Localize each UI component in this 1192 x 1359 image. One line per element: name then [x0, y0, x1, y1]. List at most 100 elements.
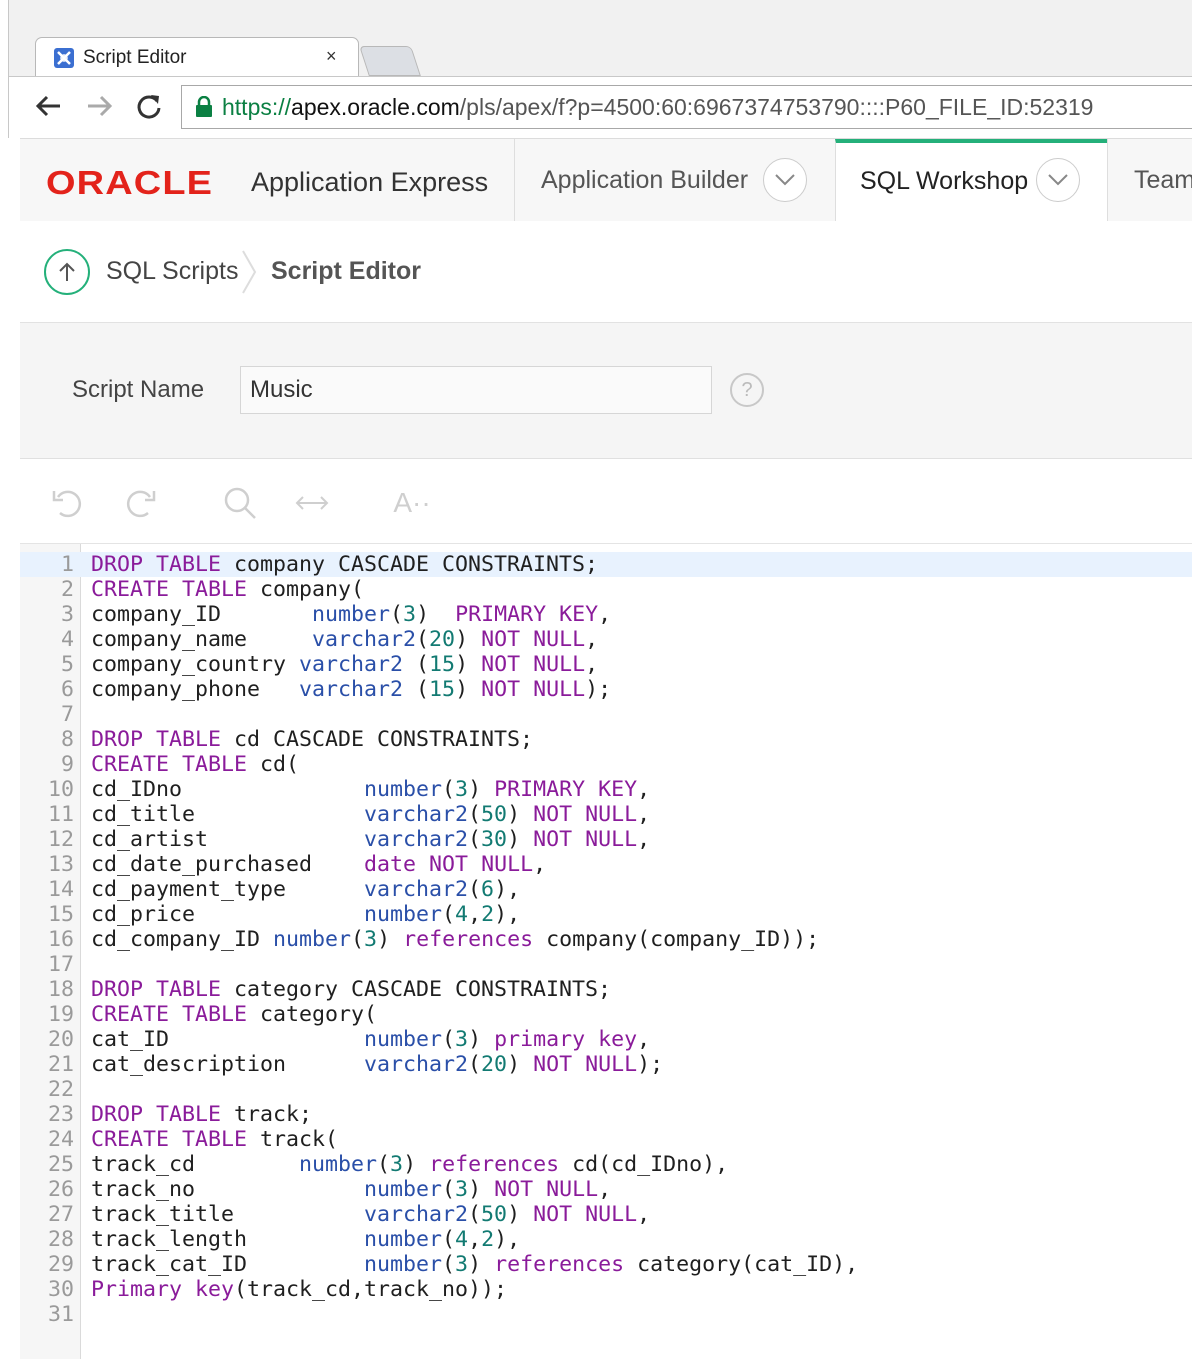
code-lines: 1 DROP TABLE company CASCADE CONSTRAINTS;…	[20, 552, 1192, 1327]
script-name-region: Script Name ?	[20, 323, 1192, 459]
code-text: cd_price number(4,2),	[91, 902, 521, 927]
code-text: company_name varchar2(20) NOT NULL,	[91, 627, 599, 652]
apex-header: ORACLE Application Express Application B…	[20, 138, 1192, 222]
code-text: cd_company_ID number(3) references compa…	[91, 927, 820, 952]
new-tab-button[interactable]	[359, 46, 421, 76]
search-icon[interactable]	[220, 483, 260, 523]
logo-product: Application Express	[251, 167, 489, 197]
code-text: CREATE TABLE cd(	[91, 752, 300, 777]
back-arrow-icon[interactable]	[31, 89, 65, 123]
breadcrumb: SQL Scripts Script Editor	[20, 221, 1192, 323]
line-number: 4	[60, 627, 74, 652]
tab-sql-workshop[interactable]: SQL Workshop	[835, 139, 1107, 221]
chevron-down-icon[interactable]	[763, 158, 807, 202]
code-text: track_length number(4,2),	[91, 1227, 521, 1252]
line-number: 17	[47, 952, 74, 977]
code-text: Primary key(track_cd,track_no));	[91, 1277, 508, 1302]
code-line: 24 CREATE TABLE track(	[20, 1127, 1192, 1152]
browser-tab[interactable]: Script Editor ×	[35, 37, 359, 77]
reload-icon[interactable]	[132, 89, 166, 123]
code-line: 14 cd_payment_type varchar2(6),	[20, 877, 1192, 902]
redo-icon[interactable]	[120, 483, 160, 523]
code-line: 2 CREATE TABLE company(	[20, 577, 1192, 602]
code-line: 29 track_cat_ID number(3) references cate…	[20, 1252, 1192, 1277]
oracle-apex-logo[interactable]: ORACLE Application Express	[46, 164, 488, 202]
code-line: 23 DROP TABLE track;	[20, 1102, 1192, 1127]
code-text: CREATE TABLE company(	[91, 577, 365, 602]
code-editor[interactable]: 1 DROP TABLE company CASCADE CONSTRAINTS;…	[20, 544, 1192, 1359]
code-text: cat_description varchar2(20) NOT NULL);	[91, 1052, 664, 1077]
code-line: 27 track_title varchar2(50) NOT NULL,	[20, 1202, 1192, 1227]
code-line: 21 cat_description varchar2(20) NOT NULL)…	[20, 1052, 1192, 1077]
tab-application-builder[interactable]: Application Builder	[514, 139, 835, 221]
line-number: 29	[47, 1252, 74, 1277]
browser-toolbar: https://apex.oracle.com/pls/apex/f?p=450…	[9, 76, 1192, 139]
code-line: 20 cat_ID number(3) primary key,	[20, 1027, 1192, 1052]
code-text: CREATE TABLE track(	[91, 1127, 339, 1152]
line-number: 5	[60, 652, 74, 677]
forward-arrow-icon[interactable]	[83, 89, 117, 123]
code-line: 12 cd_artist varchar2(30) NOT NULL,	[20, 827, 1192, 852]
code-text: DROP TABLE track;	[91, 1102, 313, 1127]
line-number: 11	[47, 802, 74, 827]
line-number: 10	[47, 777, 74, 802]
code-line: 26 track_no number(3) NOT NULL,	[20, 1177, 1192, 1202]
line-number: 26	[47, 1177, 74, 1202]
code-line: 17	[20, 952, 1192, 977]
line-number: 2	[60, 577, 74, 602]
line-number: 28	[47, 1227, 74, 1252]
code-text: cat_ID number(3) primary key,	[91, 1027, 651, 1052]
code-text: track_title varchar2(50) NOT NULL,	[91, 1202, 651, 1227]
tab-label: Application Builder	[541, 166, 749, 194]
tab-team[interactable]: Team	[1107, 139, 1192, 221]
code-text: company_ID number(3) PRIMARY KEY,	[91, 602, 612, 627]
code-line: 18 DROP TABLE category CASCADE CONSTRAINT…	[20, 977, 1192, 1002]
arrow-up-icon[interactable]	[44, 249, 90, 295]
code-line: 31	[20, 1302, 1192, 1327]
apex-favicon-icon	[54, 48, 74, 68]
browser-chrome: Script Editor × https://apex.oracle.com/…	[8, 0, 1192, 139]
code-line: 19 CREATE TABLE category(	[20, 1002, 1192, 1027]
code-line: 9 CREATE TABLE cd(	[20, 752, 1192, 777]
tab-title: Script Editor	[83, 47, 187, 68]
tab-label: Team	[1134, 166, 1192, 194]
line-number: 21	[47, 1052, 74, 1077]
code-text: track_cd number(3) references cd(cd_IDno…	[91, 1152, 729, 1177]
code-line: 13 cd_date_purchased date NOT NULL,	[20, 852, 1192, 877]
script-name-label: Script Name	[72, 376, 205, 403]
code-line: 3 company_ID number(3) PRIMARY KEY,	[20, 602, 1192, 627]
code-text: track_cat_ID number(3) references catego…	[91, 1252, 859, 1277]
line-number: 18	[47, 977, 74, 1002]
code-text: DROP TABLE category CASCADE CONSTRAINTS;	[91, 977, 612, 1002]
undo-icon[interactable]	[48, 483, 88, 523]
code-text: company_country varchar2 (15) NOT NULL,	[91, 652, 599, 677]
code-text: cd_IDno number(3) PRIMARY KEY,	[91, 777, 651, 802]
line-number: 9	[60, 752, 74, 777]
code-line: 4 company_name varchar2(20) NOT NULL,	[20, 627, 1192, 652]
code-line: 25 track_cd number(3) references cd(cd_ID…	[20, 1152, 1192, 1177]
code-text: cd_date_purchased date NOT NULL,	[91, 852, 547, 877]
code-line: 11 cd_title varchar2(50) NOT NULL,	[20, 802, 1192, 827]
tab-label: SQL Workshop	[860, 167, 1029, 195]
line-number: 19	[47, 1002, 74, 1027]
address-bar[interactable]: https://apex.oracle.com/pls/apex/f?p=450…	[181, 85, 1192, 129]
code-text: company_phone varchar2 (15) NOT NULL);	[91, 677, 612, 702]
code-line: 5 company_country varchar2 (15) NOT NULL,	[20, 652, 1192, 677]
line-number: 23	[47, 1102, 74, 1127]
wrap-arrows-icon[interactable]	[292, 483, 332, 523]
help-icon[interactable]: ?	[730, 373, 764, 407]
code-text: track_no number(3) NOT NULL,	[91, 1177, 612, 1202]
chevron-down-icon[interactable]	[1036, 158, 1080, 202]
script-name-input[interactable]	[240, 366, 712, 414]
line-number: 14	[47, 877, 74, 902]
code-line: 1 DROP TABLE company CASCADE CONSTRAINTS;	[20, 552, 1192, 577]
close-tab-icon[interactable]: ×	[326, 46, 337, 67]
code-line: 16 cd_company_ID number(3) references com…	[20, 927, 1192, 952]
breadcrumb-sql-scripts[interactable]: SQL Scripts	[106, 257, 238, 286]
code-text: cd_title varchar2(50) NOT NULL,	[91, 802, 651, 827]
code-line: 10 cd_IDno number(3) PRIMARY KEY,	[20, 777, 1192, 802]
code-text: cd_payment_type varchar2(6),	[91, 877, 521, 902]
line-number: 15	[47, 902, 74, 927]
chevron-right-icon	[240, 249, 258, 300]
font-size-icon[interactable]: A··	[392, 483, 432, 523]
